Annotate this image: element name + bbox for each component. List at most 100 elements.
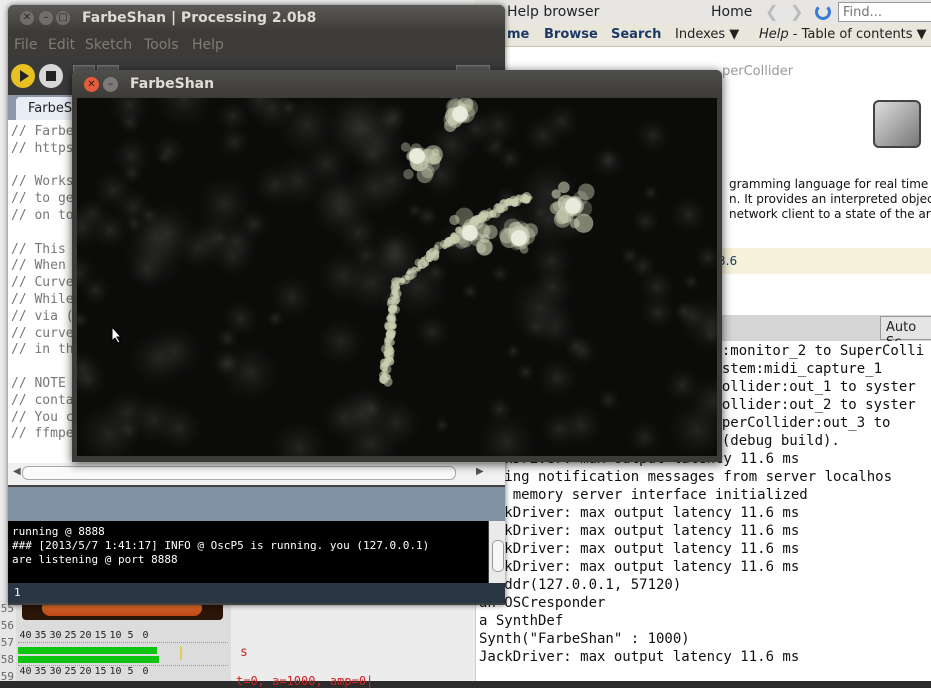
maximize-icon[interactable]: □ — [56, 11, 70, 25]
meter-scale-label: 25 — [64, 630, 77, 641]
line-number-gutter: 55 56 57 58 59 — [0, 600, 16, 683]
line-number: 56 — [0, 619, 14, 632]
post-window-line: eiving notification messages from server… — [479, 469, 893, 485]
bokeh-circle — [634, 117, 672, 154]
run-button[interactable] — [11, 64, 35, 88]
line-number: 57 — [0, 636, 14, 649]
bokeh-circle — [532, 203, 550, 222]
post-window-line: rCollider:out_2 to syster — [705, 397, 916, 413]
meter-scale-label: 30 — [49, 666, 62, 677]
bokeh-circle — [693, 243, 717, 272]
help-intro-line: gramming language for real time aud — [729, 177, 931, 191]
chevron-right-icon[interactable]: ❯ — [790, 2, 803, 21]
help-intro-line: n. It provides an interpreted objec — [729, 192, 931, 206]
menu-tools[interactable]: Tools — [144, 37, 179, 53]
meter-scale-label: 10 — [109, 666, 122, 677]
reload-icon[interactable] — [815, 4, 831, 20]
bokeh-circle — [221, 299, 260, 338]
stop-button[interactable] — [39, 64, 63, 88]
curve-dot — [390, 329, 397, 336]
meter-scale-label: 40 — [19, 666, 32, 677]
nav-search-link[interactable]: Search — [611, 27, 661, 42]
menu-help[interactable]: Help — [192, 37, 224, 53]
bokeh-circle — [475, 411, 537, 456]
code-line: // https — [11, 140, 74, 156]
post-window-line: JackDriver: max output latency 11.6 ms — [479, 541, 800, 557]
chevron-left-icon[interactable]: ❮ — [765, 2, 778, 21]
minimize-icon[interactable]: – — [103, 77, 118, 92]
bokeh-circle — [631, 206, 660, 236]
code-line: // This — [11, 241, 66, 257]
bokeh-circle — [152, 134, 186, 168]
ide-window-title: FarbeShan | Processing 2.0b8 — [82, 10, 317, 26]
nav-indexes-menu[interactable]: Indexes ▼ — [675, 27, 739, 42]
bokeh-circle — [672, 299, 696, 323]
nav-toc-label: - Table of contents ▼ — [788, 27, 927, 42]
horizontal-scrollbar[interactable] — [22, 466, 456, 480]
curve-dot — [522, 192, 532, 202]
code-line: // to ge — [11, 191, 74, 207]
bokeh-circle — [138, 204, 160, 227]
bokeh-circle — [460, 282, 480, 301]
curve-dot — [388, 339, 395, 346]
bokeh-circle — [668, 194, 708, 234]
bokeh-circle — [497, 145, 524, 172]
meter-scale-label: 0 — [142, 666, 149, 677]
code-line: // NOTE — [11, 376, 66, 391]
tab-farbeshan[interactable]: FarbeSh — [16, 97, 80, 120]
bokeh-circle — [563, 332, 590, 360]
nav-help-toc-menu[interactable]: Help - Table of contents ▼ — [759, 27, 927, 42]
bokeh-circle — [210, 347, 242, 379]
bokeh-circle — [539, 409, 580, 449]
menu-file[interactable]: File — [14, 37, 37, 53]
close-icon[interactable]: ✕ — [20, 11, 34, 25]
bokeh-circle — [346, 159, 403, 217]
auto-scroll-button[interactable]: Auto Sc — [880, 316, 931, 350]
bokeh-circle — [77, 309, 90, 331]
minimize-icon[interactable]: – — [39, 11, 53, 25]
nav-browse-link[interactable]: Browse — [544, 27, 598, 42]
supercollider-logo — [873, 100, 921, 148]
bokeh-circle — [504, 342, 522, 360]
current-line-number: 1 — [14, 586, 21, 599]
cluster-dot — [416, 166, 433, 184]
sketch-canvas[interactable] — [77, 98, 717, 456]
ide-message-area — [8, 487, 505, 521]
bokeh-circle — [211, 228, 229, 247]
cluster-dot — [577, 183, 595, 201]
bokeh-circle — [619, 245, 641, 267]
console-line: are listening @ port 8888 — [12, 553, 178, 566]
bokeh-circle — [515, 362, 536, 383]
close-icon[interactable]: ✕ — [84, 77, 99, 92]
cluster-dot — [480, 233, 490, 244]
meter-scale-label: 5 — [127, 666, 134, 677]
meter-scale-bottom: 40 35 30 25 20 15 10 5 0 — [18, 666, 228, 677]
bokeh-circle — [530, 265, 575, 309]
console-line: running @ 8888 — [12, 525, 105, 538]
sketch-window-title: FarbeShan — [130, 76, 215, 92]
meter-scale-label: 35 — [34, 630, 47, 641]
post-window-line: em:monitor_2 to SuperColli — [705, 343, 925, 359]
post-window-line: JackDriver: max output latency 11.6 ms — [479, 649, 800, 665]
find-input[interactable] — [838, 2, 931, 22]
meter-bar-right — [18, 656, 159, 663]
help-browser-title: Help browser — [507, 4, 600, 20]
code-line: // in th — [11, 342, 74, 358]
meter-scale-label: 30 — [49, 630, 62, 641]
nav-home-link[interactable]: me — [507, 27, 529, 42]
menu-sketch[interactable]: Sketch — [85, 37, 132, 53]
meter-scale-top: 40 35 30 25 20 15 10 5 0 — [18, 630, 228, 641]
bokeh-circle — [536, 357, 579, 400]
bokeh-circle — [682, 273, 700, 292]
scroll-left-icon[interactable]: ◀ — [13, 466, 21, 477]
cluster-dot — [449, 214, 460, 226]
post-window-line: y (debug build). — [705, 433, 840, 449]
meter-scale-label: 5 — [127, 630, 134, 641]
bokeh-circle — [639, 294, 677, 331]
menu-edit[interactable]: Edit — [48, 37, 75, 53]
home-button[interactable]: Home — [711, 4, 752, 20]
console-scroll-thumb[interactable] — [492, 540, 504, 572]
meter-scale-label: 25 — [64, 666, 77, 677]
scroll-right-icon[interactable]: ▶ — [476, 466, 484, 477]
line-number: 59 — [0, 670, 14, 683]
